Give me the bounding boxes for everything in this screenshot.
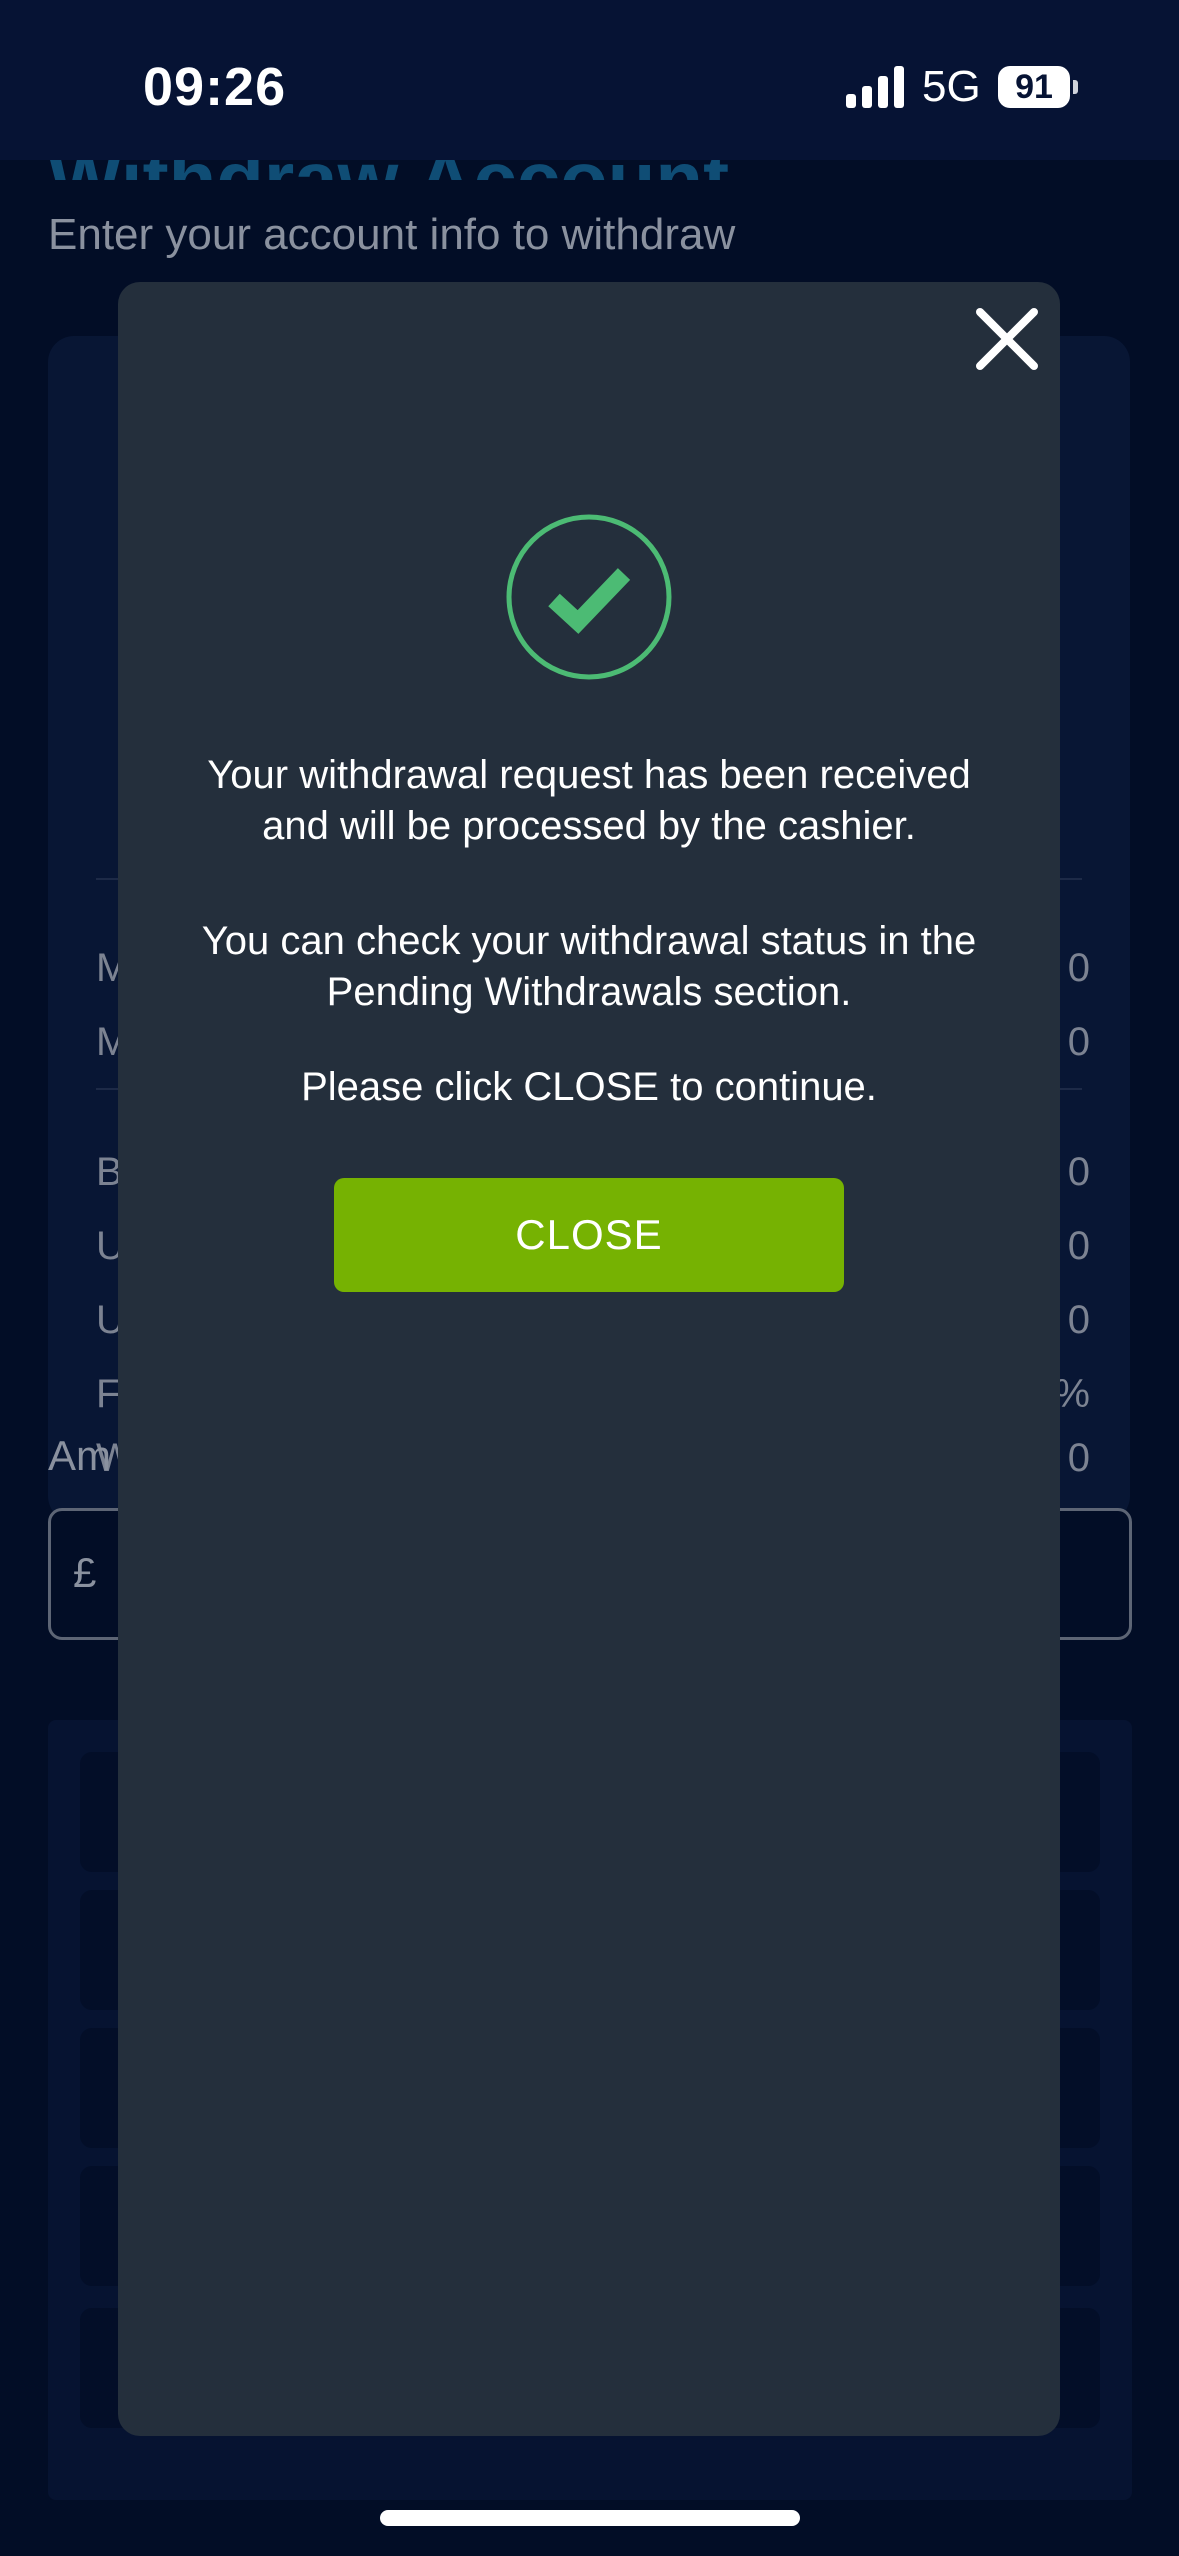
page-subtitle: Enter your account info to withdraw [48,210,736,259]
battery-tip [1073,80,1078,94]
network-label: 5G [922,62,981,111]
card-row-value: 0 [1067,946,1090,990]
withdrawal-success-modal: Your withdrawal request has been receive… [118,282,1060,2436]
currency-symbol: £ [73,1549,97,1596]
battery-icon: 91 [998,66,1078,108]
signal-bars-icon [846,66,904,108]
close-icon[interactable] [974,306,1040,372]
battery-level: 91 [998,66,1070,108]
status-bar: 09:26 5G 91 [0,0,1179,170]
continue-instruction: Please click CLOSE to continue. [301,1065,877,1109]
card-row-value: 0 [1067,1224,1090,1268]
card-row-value: 0 [1067,1020,1090,1064]
card-row-value: 0 [1067,1436,1090,1480]
card-row-value: 0 [1067,1150,1090,1194]
card-row-value: 0 [1067,1298,1090,1342]
pending-status-message: You can check your withdrawal status in … [201,919,977,1014]
card-row-label: F [96,1372,121,1416]
close-button[interactable]: CLOSE [334,1178,844,1292]
check-circle-icon [506,514,672,680]
home-indicator[interactable] [380,2510,800,2526]
success-message: Your withdrawal request has been receive… [207,753,971,848]
amount-label: Am [48,1432,111,1479]
status-time: 09:26 [143,57,287,117]
